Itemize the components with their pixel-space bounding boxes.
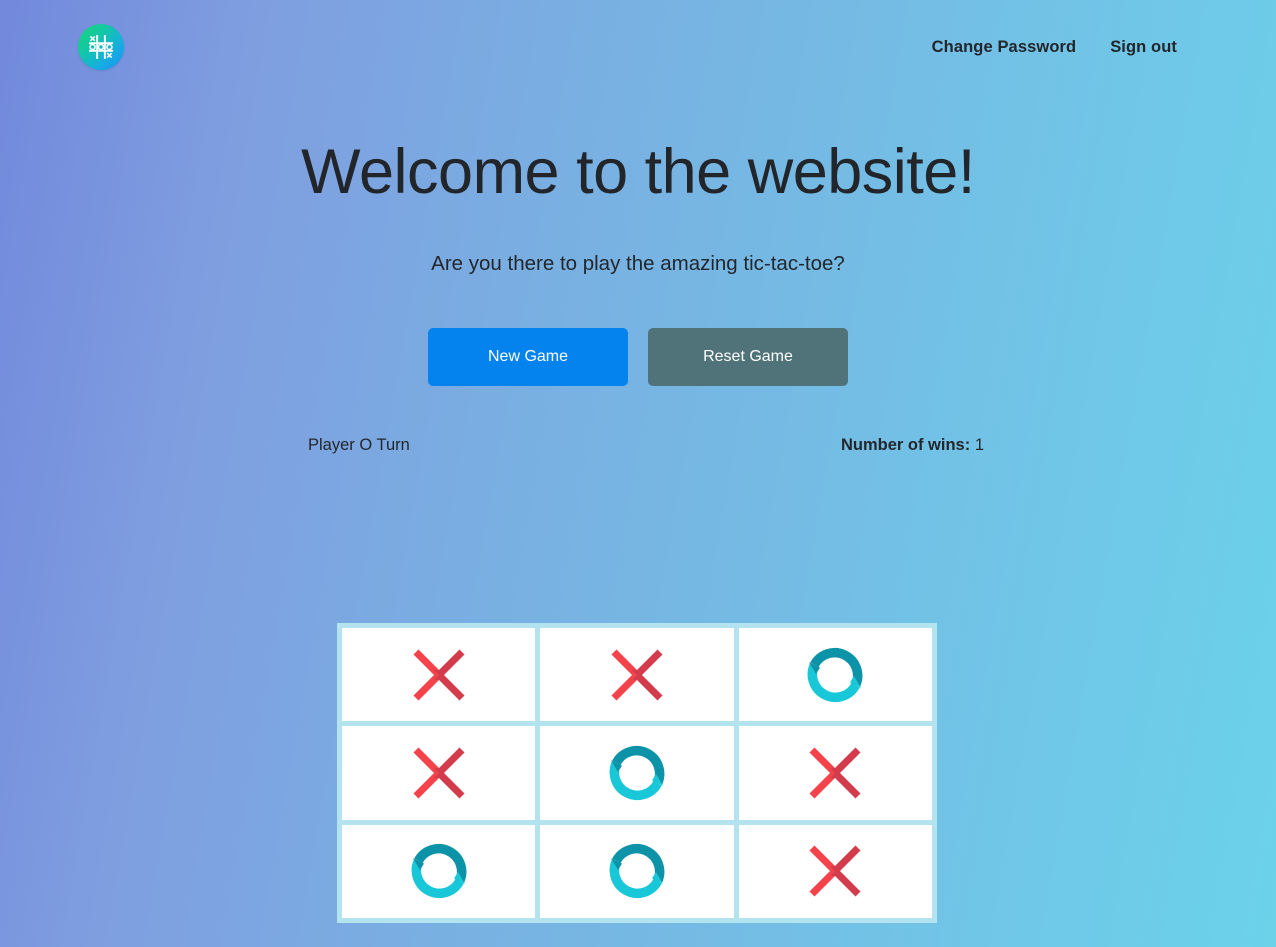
x-mark-icon [413,747,465,799]
new-game-button[interactable]: New Game [428,327,628,386]
board-cell-0[interactable] [342,628,536,722]
board-cell-1[interactable] [540,628,734,722]
action-button-row: New Game Reset Game [0,327,1276,386]
tic-tac-toe-logo-icon[interactable] [78,24,124,70]
page-subtitle: Are you there to play the amazing tic-ta… [431,251,845,275]
board-cell-2[interactable] [738,628,932,722]
wins-counter: Number of wins: 1 [841,436,984,455]
change-password-link[interactable]: Change Password [932,38,1077,57]
reset-game-button[interactable]: Reset Game [648,327,848,386]
x-mark-icon [809,845,861,897]
status-row: Player O Turn Number of wins: 1 [0,436,1276,455]
board-cell-7[interactable] [540,824,734,918]
board-cell-5[interactable] [738,726,932,820]
board-cell-6[interactable] [342,824,536,918]
hero-section: Welcome to the website! Are you there to… [0,137,1276,276]
o-mark-icon [411,844,466,899]
game-board-wrapper [337,623,937,923]
player-turn-status: Player O Turn [308,435,410,454]
page-title: Welcome to the website! [301,137,975,207]
navbar-links: Change Password Sign out [932,38,1177,57]
wins-counter-value: 1 [974,435,984,454]
board-cell-8[interactable] [738,824,932,918]
x-mark-icon [809,747,861,799]
x-mark-icon [413,649,465,701]
board-cell-3[interactable] [342,726,536,820]
board-cell-4[interactable] [540,726,734,820]
o-mark-icon [609,745,665,801]
sign-out-link[interactable]: Sign out [1110,38,1177,57]
tic-tac-toe-board [337,623,937,923]
o-mark-icon [807,647,863,702]
x-mark-icon [611,649,663,701]
o-mark-icon [609,844,665,899]
top-navbar: Change Password Sign out [0,0,1276,94]
wins-counter-label: Number of wins: [840,435,971,454]
